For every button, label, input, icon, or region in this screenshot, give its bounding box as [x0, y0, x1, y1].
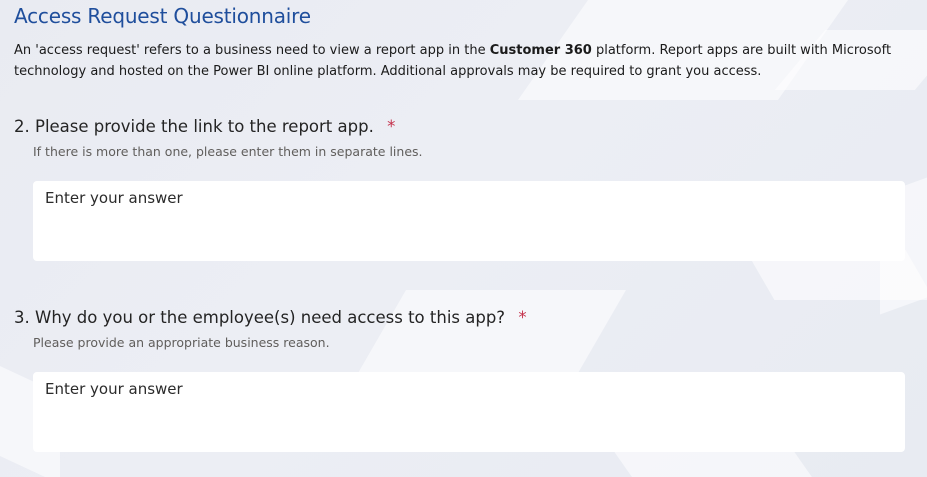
question-2-subtitle: If there is more than one, please enter …: [33, 144, 423, 159]
section-title: Access Request Questionnaire: [14, 4, 311, 28]
question-3-title: 3. Why do you or the employee(s) need ac…: [14, 306, 914, 330]
question-2-number: 2.: [14, 117, 30, 136]
question-3-number: 3.: [14, 308, 30, 327]
intro-text-bold: Customer 360: [489, 43, 592, 58]
question-2-text: Please provide the link to the report ap…: [35, 117, 374, 136]
question-2: 2. Please provide the link to the report…: [14, 115, 914, 261]
question-3: 3. Why do you or the employee(s) need ac…: [14, 306, 914, 452]
section-description: An 'access request' refers to a business…: [14, 40, 914, 82]
question-3-text: Why do you or the employee(s) need acces…: [35, 308, 506, 327]
question-3-answer-input[interactable]: [33, 372, 905, 452]
intro-text-start: An 'access request' refers to a business…: [14, 43, 490, 58]
question-2-answer-input[interactable]: [33, 181, 905, 261]
question-2-title: 2. Please provide the link to the report…: [14, 115, 914, 139]
form-content: Access Request Questionnaire An 'access …: [0, 0, 927, 477]
required-marker: *: [387, 117, 396, 136]
question-3-subtitle: Please provide an appropriate business r…: [33, 335, 330, 350]
required-marker: *: [518, 308, 527, 327]
